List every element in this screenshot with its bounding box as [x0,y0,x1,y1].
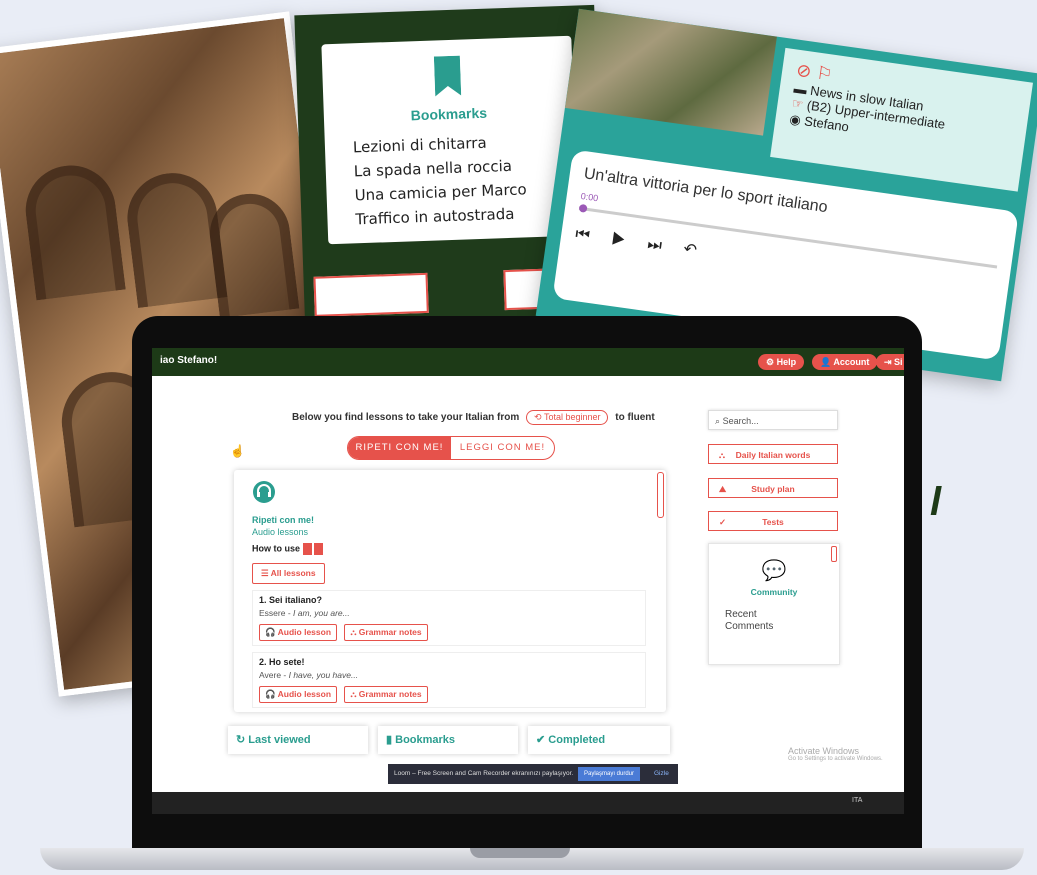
bookmarks-tab-card[interactable]: ▮ Bookmarks [378,726,518,754]
grammar-notes-button[interactable]: ⛬ Grammar notes [344,624,428,641]
hide-button[interactable]: Gizle [654,764,669,784]
bookmark-icon: ▮ [386,734,393,746]
headset-icon [253,481,275,503]
how-to-use: How to use [252,543,666,555]
history-icon: ↻ [236,734,246,746]
app-header: iao Stefano! ⚙ Help 👤 Account ⇥ Si [152,348,904,376]
scrollbar[interactable] [657,472,664,518]
laptop-screen: iao Stefano! ⚙ Help 👤 Account ⇥ Si Below… [152,348,904,814]
chart-icon: ⛬ [719,450,725,460]
signout-button[interactable]: ⇥ Si [876,354,904,370]
user-icon: ◉ [788,111,802,128]
intro-text: Below you find lessons to take your Ital… [292,410,655,425]
list-item[interactable]: 1. Sei italiano? Essere - I am, you are.… [252,590,646,646]
tray-language[interactable]: ITA [852,797,862,804]
recent-comments: Recent Comments [725,609,774,632]
study-plan-button[interactable]: ⛰ Study plan [708,478,838,498]
play-icon[interactable]: ▶ [610,231,648,253]
help-button[interactable]: ⚙ Help [758,354,805,370]
laptop-notch [470,848,570,858]
grammar-notes-button[interactable]: ⛬ Grammar notes [344,686,428,703]
audio-lesson-button[interactable]: 🎧 Audio lesson [259,686,338,703]
tab-leggi[interactable]: LEGGI CON ME! [451,437,554,459]
next-icon[interactable]: ⏭ [646,236,684,258]
check-circle-icon: ✓ [719,517,727,527]
road-icon: ⛰ [719,484,727,494]
rewind-icon[interactable]: ↶ [682,241,719,263]
search-icon: ⌕ [715,416,721,426]
chat-icon: 💬 [761,560,787,582]
panel-title: Ripeti con me! [252,515,315,525]
search-input[interactable]: ⌕ Search... [708,410,838,430]
tests-button[interactable]: ✓ Tests [708,511,838,531]
pdf-icon[interactable] [314,543,324,555]
all-lessons-button[interactable]: ☰ All lessons [252,563,325,584]
community-panel: 💬 Community Recent Comments [708,543,840,665]
stop-sharing-button[interactable]: Paylaşmayı durdur [578,767,641,781]
check-circle-icon: ✔ [536,734,546,746]
completed-card[interactable]: ✔ Completed [528,726,670,754]
tab-ripeti[interactable]: RIPETI CON ME! [348,437,451,459]
windows-taskbar: ITA [152,792,904,814]
lesson-title: 1. Sei italiano? [259,595,323,605]
loom-share-bar: Loom – Free Screen and Cam Recorder ekra… [388,764,678,784]
prev-icon[interactable]: ⏮ [574,226,612,248]
scrollbar[interactable] [831,546,837,562]
community-title: Community [750,587,798,597]
bookmarks-panel: Bookmarks Lezioni di chitarra La spada n… [321,35,579,245]
daily-words-button[interactable]: ⛬ Daily Italian words [708,444,838,464]
news-info: ⊘ ⚐ ▬ News in slow Italian ☞ (B2) Upper-… [770,47,1033,192]
account-button[interactable]: 👤 Account [812,354,878,370]
aerial-photo [564,8,777,136]
bookmarks-title: Bookmarks [410,104,488,124]
backdrop-text: l [930,480,942,524]
level-icon: ☞ [790,95,805,112]
lesson-type-toggle[interactable]: RIPETI CON ME! LEGGI CON ME! [347,436,555,460]
panel-subtitle: Audio lessons [252,527,309,537]
doc-icon[interactable] [302,543,312,555]
bookmark-icon [433,55,462,97]
last-viewed-card[interactable]: ↻ Last viewed [228,726,368,754]
bookmark-icon[interactable]: ⚐ [815,63,834,85]
list-item[interactable]: 2. Ho sete! Avere - I have, you have... … [252,652,646,708]
activate-windows-watermark: Activate Windows Go to Settings to activ… [788,746,883,762]
lessons-panel: Ripeti con me! Audio lessons How to use … [234,470,666,712]
cursor-icon: ☝ [230,444,245,458]
greeting: iao Stefano! [160,355,218,366]
audio-lesson-button[interactable]: 🎧 Audio lesson [259,624,338,641]
folder-icon: ▬ [792,80,808,98]
lesson-title: 2. Ho sete! [259,657,305,667]
level-selector[interactable]: ⟲ Total beginner [526,410,609,425]
